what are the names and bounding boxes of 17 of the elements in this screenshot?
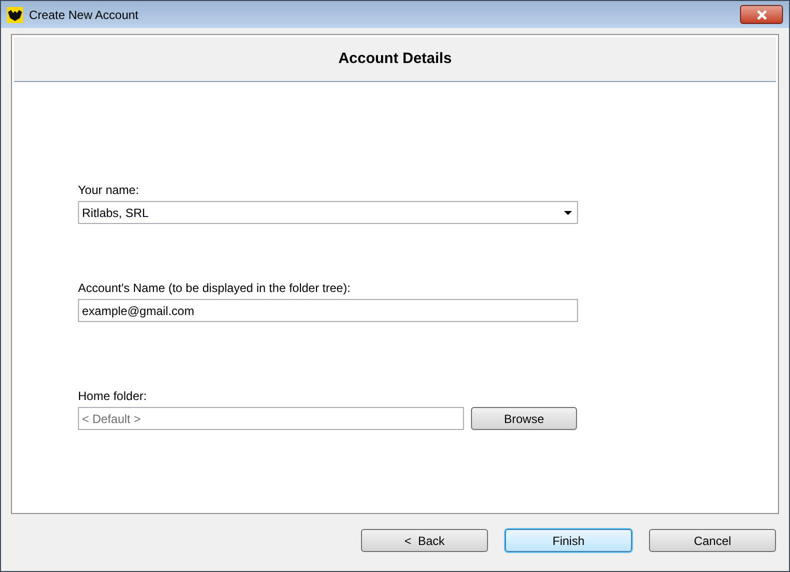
browse-button[interactable]: Browse — [471, 407, 577, 430]
caret-icon — [564, 210, 572, 214]
close-icon — [756, 10, 768, 20]
field-label: Home folder: — [78, 388, 148, 404]
dialog-button[interactable]: Finish — [505, 529, 632, 552]
dialog-button[interactable]: < Back — [361, 529, 488, 552]
bat-icon — [7, 6, 23, 22]
home-folder-field[interactable]: < Default > — [78, 407, 464, 430]
field-label: Your name: — [78, 182, 140, 198]
dropdown-value: Ritlabs, SRL — [82, 204, 149, 222]
close-button[interactable] — [740, 5, 783, 24]
page-heading: Account Details — [338, 48, 452, 69]
dialog-button[interactable]: Cancel — [649, 529, 776, 552]
account-name-field[interactable]: example@gmail.com — [78, 299, 578, 322]
field-label: Account's Name (to be displayed in the folder tree): — [78, 280, 352, 296]
window-title: Create New Account — [29, 6, 138, 24]
name-dropdown[interactable]: Ritlabs, SRL — [78, 201, 578, 224]
